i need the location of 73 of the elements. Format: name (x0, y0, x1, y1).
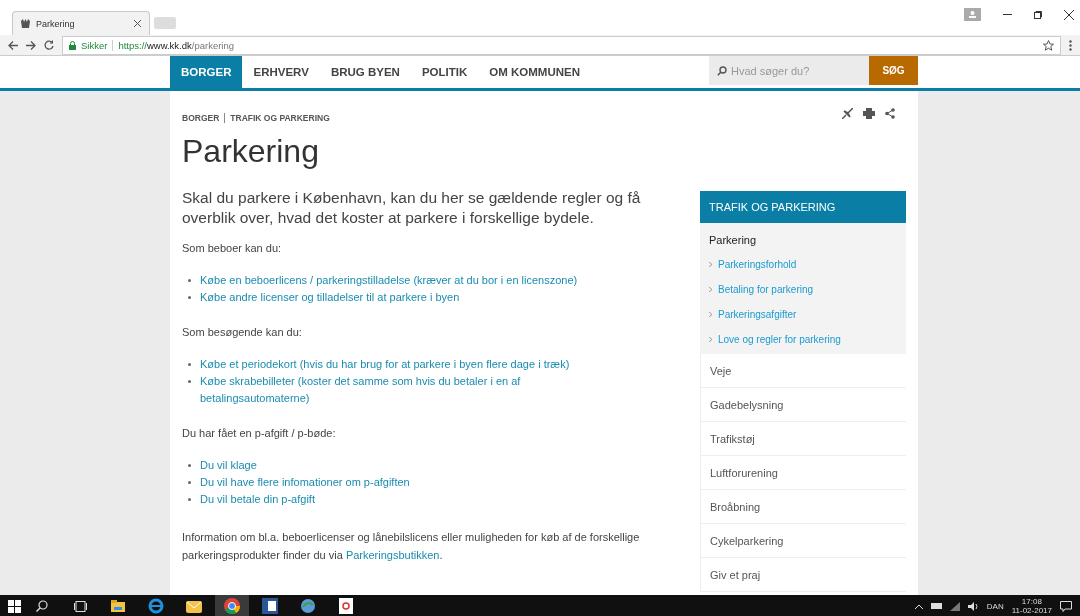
bullet-icon (188, 380, 191, 383)
link[interactable]: Du vil have flere infomationer om p-afgiften (200, 474, 620, 491)
chevron-icon (709, 287, 712, 292)
sidebar-item[interactable]: Cykelparkering (700, 524, 906, 558)
bullet-icon (188, 481, 191, 484)
reload-icon[interactable] (44, 40, 54, 50)
chevron-icon (709, 262, 712, 267)
lock-icon (69, 40, 76, 50)
folder-icon[interactable] (111, 600, 125, 612)
wifi-icon[interactable] (949, 601, 960, 611)
address-bar[interactable]: Sikker https://www.kk.dk/parkering (62, 35, 1061, 55)
link[interactable]: Købe andre licenser og tilladelser til at parkere i byen (200, 289, 620, 306)
chrome-icon[interactable] (224, 598, 240, 614)
chevron-icon (709, 337, 712, 342)
bullet-icon (188, 279, 191, 282)
info-paragraph: Information om bl.a. beboerlicenser og lånebilslicens eller muligheden for køb af de forskellige parkeringsprodukter finder du via Parkeringsbutikken. (182, 530, 641, 563)
forward-icon[interactable] (26, 40, 36, 50)
bullet-icon (188, 464, 191, 467)
section-intro: Som beboer kan du: (182, 242, 283, 254)
task-view-icon[interactable] (73, 600, 87, 612)
envelope-icon[interactable] (186, 599, 202, 613)
back-icon[interactable] (8, 40, 18, 50)
taskbar-app[interactable] (215, 595, 249, 616)
link[interactable]: Købe et periodekort (hvis du har brug for at parkere i byen flere dage i træk) (200, 356, 620, 373)
section-intro: Som besøgende kan du: (182, 326, 303, 338)
bullet-icon (188, 296, 191, 299)
search-button[interactable]: SØG (869, 56, 918, 85)
language-indicator[interactable]: DAN (986, 601, 1004, 611)
search-field[interactable]: Hvad søger du? (709, 56, 869, 85)
clock[interactable]: 17:08 11-02-2017 (1011, 597, 1052, 615)
crest-icon (21, 18, 30, 29)
share-icon[interactable] (885, 108, 895, 119)
breadcrumb-link[interactable]: BORGER (182, 113, 220, 123)
sidebar-item[interactable]: Trafikstøj (700, 422, 906, 456)
search-icon[interactable] (36, 600, 48, 612)
sidebar-item[interactable]: Veje (700, 354, 906, 388)
close-icon[interactable] (134, 20, 141, 27)
sidebar-header: TRAFIK OG PARKERING (700, 191, 906, 223)
document-icon[interactable] (262, 598, 278, 614)
globe-icon[interactable] (300, 598, 316, 614)
link[interactable]: Købe skrabebilleter (koster det samme som hvis du betaler i en af betalingsautomaterne) (200, 373, 620, 407)
link[interactable]: Du vil betale din p-afgift (200, 491, 620, 508)
speaker-icon[interactable] (967, 601, 979, 611)
star-icon[interactable] (1043, 39, 1054, 51)
sidebar-current-title[interactable]: Parkering (709, 234, 897, 246)
windows-start-icon[interactable] (8, 599, 21, 613)
sidebar-item[interactable]: Luftforurening (700, 456, 906, 490)
nav-tab[interactable]: OM KOMMUNEN (478, 56, 591, 88)
menu-icon[interactable] (1069, 39, 1072, 51)
restore-icon[interactable] (1034, 10, 1042, 19)
breadcrumb-link[interactable]: TRAFIK OG PARKERING (230, 113, 330, 123)
notification-icon[interactable] (1060, 600, 1072, 612)
search-icon (717, 66, 727, 76)
section-intro: Du har fået en p-afgift / p-bøde: (182, 427, 337, 439)
link[interactable]: Købe en beboerlicens / parkeringstilladelse (kræver at du bor i en licenszone) (200, 272, 620, 289)
nav-tab[interactable]: ERHVERV (242, 56, 320, 88)
page-title: Parkering (182, 133, 320, 170)
sidebar-item[interactable]: Gadebelysning (700, 388, 906, 422)
bullet-icon (188, 363, 191, 366)
close-icon[interactable] (1064, 9, 1074, 20)
minimize-icon[interactable] (1003, 13, 1012, 16)
sidebar-item[interactable]: Giv et praj (700, 558, 906, 592)
browser-tab[interactable]: Parkering (12, 11, 150, 35)
battery-icon[interactable] (930, 603, 942, 609)
chevron-up-icon[interactable] (914, 603, 923, 609)
sidebar-item[interactable]: Broåbning (700, 490, 906, 524)
nav-tab[interactable]: BORGER (170, 56, 243, 88)
chevron-icon (709, 312, 712, 317)
lead-paragraph: Skal du parkere i København, kan du her se gældende regler og få overblik over, hvad det koster at parkere i forskellige bydele. (182, 188, 642, 228)
nav-tab[interactable]: BRUG BYEN (319, 56, 411, 88)
link[interactable]: Du vil klage (200, 457, 620, 474)
nav-tab[interactable]: POLITIK (410, 56, 479, 88)
bullet-icon (188, 498, 191, 501)
